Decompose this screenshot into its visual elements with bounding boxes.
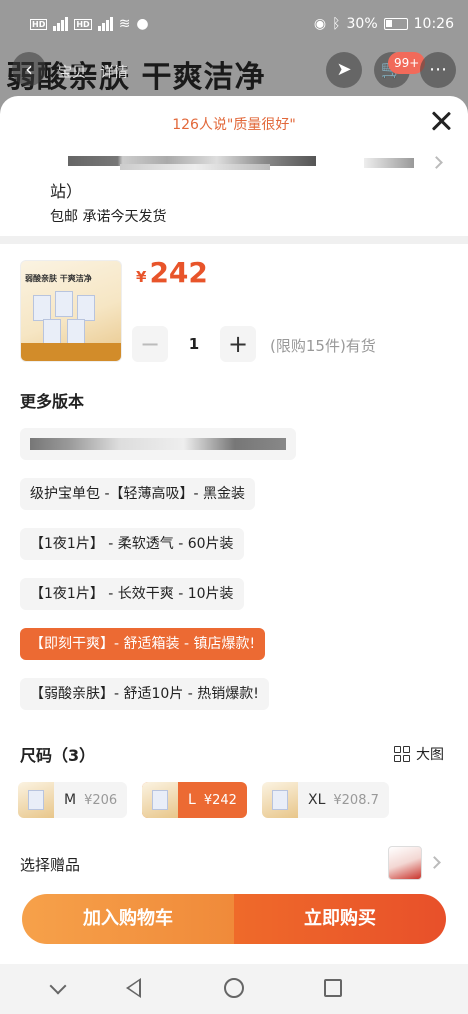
- section-divider: [0, 236, 468, 244]
- stock-note: (限购15件)有货: [270, 337, 376, 355]
- grid-icon[interactable]: [394, 746, 410, 762]
- system-nav-bar: [0, 964, 468, 1014]
- back-button[interactable]: ‹: [12, 52, 46, 86]
- product-thumbnail[interactable]: 弱酸亲肤 干爽洁净: [20, 260, 122, 362]
- gift-label[interactable]: 选择赠品: [20, 854, 80, 875]
- size-name: XL: [308, 792, 326, 808]
- bluetooth-icon: ᛒ: [332, 16, 341, 32]
- size-price: ¥208.7: [333, 792, 379, 808]
- price-symbol: ¥: [136, 268, 147, 286]
- redacted-address-3: [364, 158, 414, 168]
- version-chip-selected[interactable]: 【即刻干爽】- 舒适箱装 - 镇店爆款!: [20, 628, 266, 660]
- background-tabs: 宝贝 详情: [58, 62, 208, 82]
- nav-down-icon[interactable]: [49, 977, 67, 995]
- thumbnail-pack: [33, 295, 51, 321]
- clock: 10:26: [413, 16, 454, 32]
- status-bar: HD HD ≋ ● ◉ ᛒ 30% 10:26: [0, 0, 468, 48]
- battery-icon: [383, 18, 408, 30]
- redacted-address-2: [120, 164, 270, 170]
- close-icon[interactable]: [428, 108, 454, 134]
- gift-thumbnail[interactable]: [388, 846, 422, 880]
- version-chip[interactable]: 【1夜1片】 - 长效干爽 - 10片装: [20, 578, 244, 610]
- thumbnail-title: 弱酸亲肤 干爽洁净: [25, 274, 92, 283]
- version-chip[interactable]: 【弱酸亲肤】- 舒适10片 - 热销爆款!: [20, 678, 269, 710]
- thumbnail-pack: [77, 295, 95, 321]
- address-row[interactable]: 站） 包邮 承诺今天发货: [0, 146, 468, 232]
- sku-selector-sheet: 126人说"质量很好" 站） 包邮 承诺今天发货 弱酸亲肤 干爽洁净 ¥242 …: [0, 96, 468, 964]
- signal-icon: [53, 17, 69, 31]
- redacted-version-label: [30, 438, 286, 450]
- size-option-xl[interactable]: XL ¥208.7: [262, 782, 389, 818]
- buy-now-button[interactable]: 立即购买: [234, 894, 446, 944]
- nav-back-icon[interactable]: [126, 978, 141, 998]
- size-name: M: [64, 792, 77, 808]
- add-to-cart-button[interactable]: 加入购物车: [22, 894, 234, 944]
- size-price: ¥206: [84, 792, 118, 808]
- tab-details[interactable]: 详情: [100, 62, 128, 82]
- nav-home-icon[interactable]: [224, 978, 244, 998]
- version-chip[interactable]: 级护宝单包 -【轻薄高吸】- 黑金装: [20, 478, 256, 510]
- battery-percent: 30%: [346, 16, 378, 32]
- size-option-m[interactable]: M ¥206: [18, 782, 128, 818]
- tab-baby[interactable]: 宝贝: [58, 62, 86, 82]
- address-suffix: 站）: [50, 182, 83, 201]
- size-thumbnail: [18, 782, 54, 818]
- versions-title: 更多版本: [20, 392, 85, 411]
- price-value: 242: [149, 256, 208, 289]
- hd-icon: HD: [30, 18, 48, 30]
- more-button[interactable]: ⋯: [420, 52, 456, 88]
- hd-icon-2: HD: [74, 18, 92, 30]
- price: ¥242: [136, 256, 208, 289]
- quantity-value[interactable]: 1: [168, 326, 220, 362]
- size-thumbnail: [262, 782, 298, 818]
- chat-icon: ●: [136, 16, 149, 32]
- wifi-icon: ≋: [118, 16, 131, 32]
- size-name: L: [188, 792, 196, 808]
- thumbnail-pack: [55, 291, 73, 317]
- thumbnail-pack: [43, 319, 61, 345]
- version-chip-redacted[interactable]: [20, 428, 296, 460]
- thumbnail-pack: [67, 319, 85, 345]
- quantity-decrease-button[interactable]: −: [132, 326, 168, 362]
- size-title: 尺码（3）: [20, 746, 96, 765]
- quantity-increase-button[interactable]: +: [220, 326, 256, 362]
- eye-icon: ◉: [313, 16, 327, 32]
- size-option-l[interactable]: L ¥242: [142, 782, 247, 818]
- review-hint: 126人说"质量很好": [172, 117, 296, 133]
- share-button[interactable]: ➤: [326, 52, 362, 88]
- chevron-right-icon: [430, 156, 443, 169]
- nav-recent-icon[interactable]: [324, 979, 342, 997]
- size-price: ¥242: [203, 792, 237, 808]
- thumbnail-band: [21, 343, 121, 361]
- big-picture-toggle[interactable]: 大图: [416, 744, 444, 764]
- signal-icon-2: [97, 17, 113, 31]
- size-thumbnail: [142, 782, 178, 818]
- chevron-right-icon: [428, 856, 441, 869]
- version-chip[interactable]: 【1夜1片】 - 柔软透气 - 60片装: [20, 528, 244, 560]
- delivery-promise: 包邮 承诺今天发货: [50, 209, 167, 225]
